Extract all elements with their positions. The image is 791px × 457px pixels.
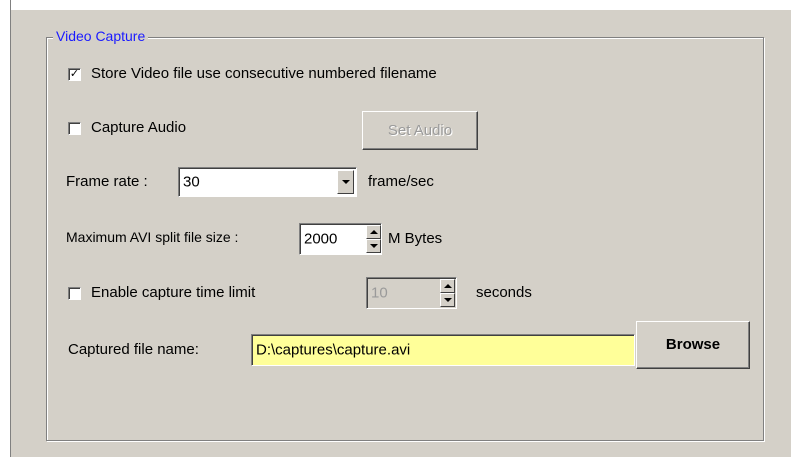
split-size-label: Maximum AVI split file size :	[66, 229, 239, 245]
split-size-value: 2000	[304, 230, 338, 248]
time-limit-spinner[interactable]	[440, 279, 455, 307]
groupbox-title: Video Capture	[53, 28, 149, 44]
spin-down-button[interactable]	[366, 239, 381, 253]
frame-rate-unit: frame/sec	[368, 173, 434, 190]
time-limit-checkbox[interactable]	[68, 287, 81, 300]
time-limit-label: Enable capture time limit	[91, 284, 256, 301]
frame-rate-value: 30	[183, 173, 200, 191]
capture-audio-label: Capture Audio	[91, 119, 187, 136]
chevron-up-icon	[369, 230, 378, 234]
store-numbered-label: Store Video file use consecutive numbere…	[91, 65, 437, 82]
file-name-label: Captured file name:	[68, 341, 199, 358]
file-name-value: D:\captures\capture.avi	[256, 341, 411, 359]
set-audio-button[interactable]: Set Audio	[362, 111, 478, 150]
store-numbered-checkbox[interactable]: ✓	[68, 68, 81, 81]
chevron-up-icon	[443, 284, 452, 288]
chevron-down-icon	[443, 298, 452, 302]
split-size-spinner[interactable]	[366, 225, 381, 253]
check-mark-icon: ✓	[69, 68, 80, 80]
window-top-edge	[0, 0, 791, 10]
dropdown-arrow-button[interactable]	[337, 170, 354, 194]
capture-audio-checkbox[interactable]	[68, 122, 81, 135]
time-limit-value: 10	[371, 284, 388, 302]
spin-up-button[interactable]	[440, 279, 455, 293]
browse-button[interactable]: Browse	[636, 321, 750, 369]
split-size-unit: M Bytes	[388, 230, 443, 247]
frame-rate-combobox[interactable]: 30	[178, 167, 357, 197]
spin-down-button[interactable]	[440, 293, 455, 307]
chevron-down-icon	[369, 244, 378, 248]
window-left-edge	[0, 0, 11, 457]
time-limit-unit: seconds	[476, 284, 532, 301]
chevron-down-icon	[341, 180, 350, 184]
spin-up-button[interactable]	[366, 225, 381, 239]
file-name-input[interactable]: D:\captures\capture.avi	[251, 334, 635, 366]
frame-rate-label: Frame rate :	[66, 173, 148, 190]
